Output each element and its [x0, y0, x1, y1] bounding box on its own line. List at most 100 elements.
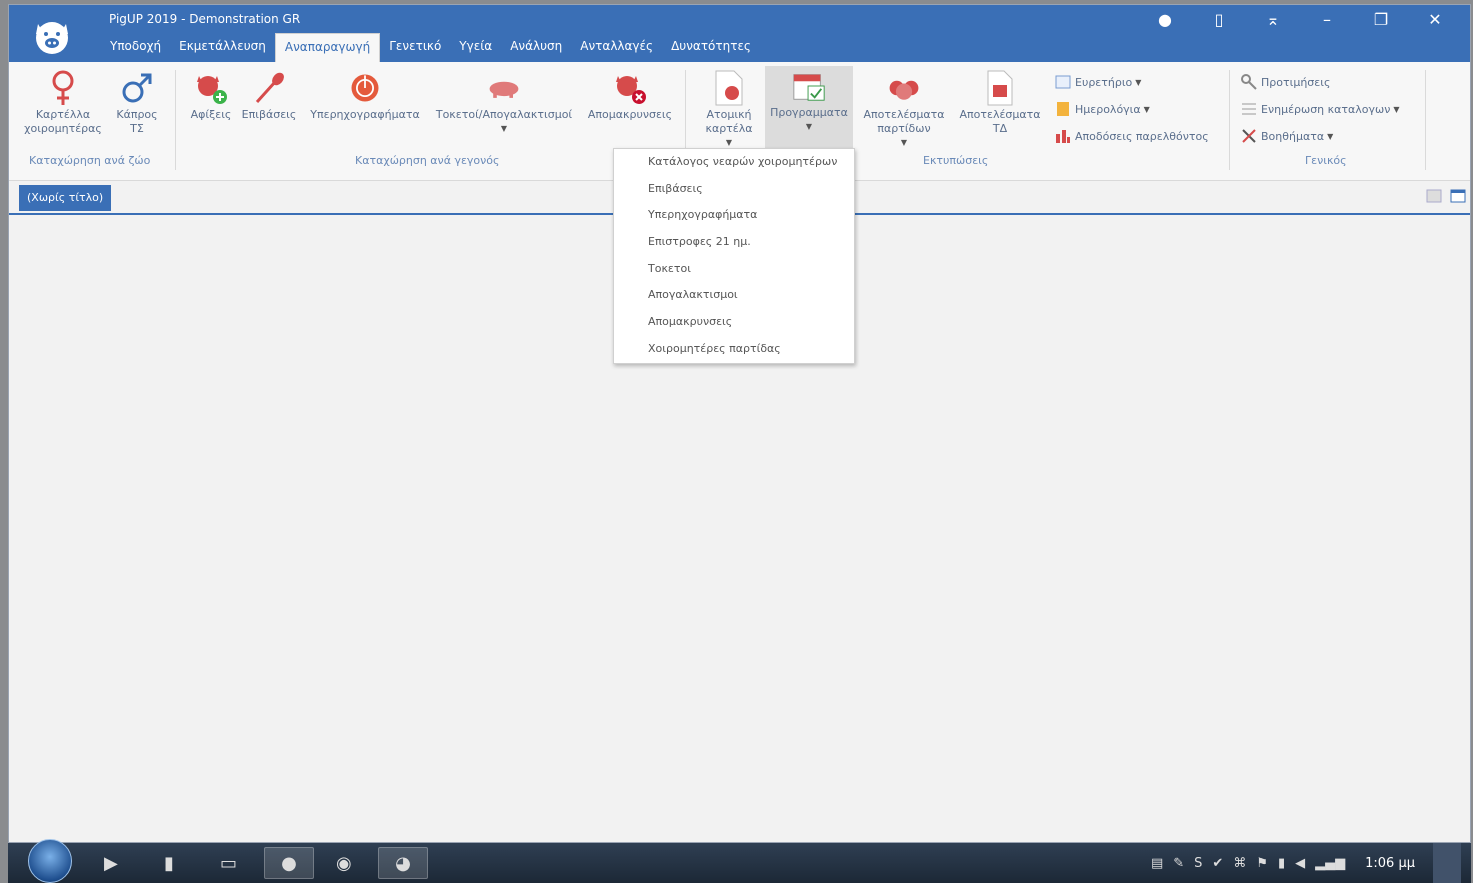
- batch-results-label: Αποτελέσματα παρτίδων: [863, 108, 945, 135]
- arrivals-label: Αφίξεις: [190, 108, 232, 121]
- collapse-ribbon-icon[interactable]: ⌅: [1246, 9, 1300, 31]
- ai-results-button[interactable]: Αποτελέσματα ΤΔ: [955, 68, 1045, 136]
- tab-health[interactable]: Υγεία: [450, 33, 501, 61]
- pig-add-icon: [193, 68, 229, 108]
- tab-reception[interactable]: Υποδοχή: [101, 33, 170, 61]
- chevron-down-icon: ▼: [900, 138, 908, 147]
- male-symbol-icon: [119, 68, 155, 108]
- update-lists-button[interactable]: Ενημέρωση καταλογων ▼: [1241, 101, 1400, 117]
- arrivals-button[interactable]: Αφίξεις: [187, 68, 235, 122]
- app-icon[interactable]: ◉: [336, 847, 352, 879]
- calendar-check-icon: [791, 66, 827, 106]
- sync-icon[interactable]: ✔: [1212, 856, 1223, 871]
- individual-card-label: Ατομική καρτέλα: [705, 108, 753, 135]
- printer-icon[interactable]: ▤: [1151, 856, 1163, 871]
- clock[interactable]: 1:06 μμ: [1365, 856, 1415, 871]
- individual-card-button[interactable]: Ατομική καρτέλα ▼: [697, 68, 761, 150]
- menu-item-ultrasounds[interactable]: Υπερηχογραφήματα: [614, 202, 854, 229]
- menu-item-returns-21-days[interactable]: Επιστροφες 21 ημ.: [614, 229, 854, 256]
- pig-group-icon: [886, 68, 922, 108]
- group-separator: [1229, 70, 1230, 170]
- mating-button[interactable]: Επιβάσεις: [239, 68, 299, 122]
- battery-icon[interactable]: ▮: [1278, 856, 1285, 871]
- show-desktop-button[interactable]: [1433, 843, 1461, 883]
- update-lists-label: Ενημέρωση καταλογων: [1261, 102, 1391, 116]
- flag-icon[interactable]: ⚑: [1256, 856, 1268, 871]
- sow-card-label: Καρτέλλα χοιρομητέρας: [24, 108, 102, 135]
- boar-ai-button[interactable]: Κάπρος ΤΣ: [109, 68, 165, 136]
- menu-item-batch-sows[interactable]: Χοιρομητέρες παρτίδας: [614, 336, 854, 363]
- ultrasound-label: Υπερηχογραφήματα: [310, 108, 420, 121]
- menu-item-farrowings[interactable]: Τοκετοι: [614, 256, 854, 283]
- index-label: Ευρετήριο: [1075, 75, 1133, 89]
- culling-label: Απομακρυνσεις: [587, 108, 673, 121]
- tab-farm[interactable]: Εκμετάλλευση: [170, 33, 275, 61]
- female-symbol-icon: [45, 68, 81, 108]
- title-bar: PigUP 2019 - Demonstration GR Υποδοχή Εκ…: [9, 5, 1470, 62]
- minimize-icon[interactable]: –: [1300, 9, 1354, 31]
- system-tray: ▤ ✎ S ✔ ⌘ ⚑ ▮ ◀ ▂▄▆ 1:06 μμ: [1151, 843, 1461, 883]
- tab-features[interactable]: Δυνατότητες: [662, 33, 760, 61]
- tool-icon[interactable]: ✎: [1173, 856, 1184, 871]
- key-icon: [1241, 74, 1257, 90]
- group-label-per-animal: Καταχώρηση ανά ζώο: [29, 154, 151, 167]
- chart-pig-icon: [1055, 128, 1071, 144]
- document-tab-untitled[interactable]: (Χωρίς τίτλο): [19, 185, 112, 211]
- farrowing-weaning-button[interactable]: Τοκετοί/Απογαλακτισμοί ▼: [431, 68, 577, 136]
- schedules-dropdown-menu: Κατάλογος νεαρών χοιρομητέρων Επιβάσεις …: [613, 148, 855, 364]
- firefox-icon[interactable]: ●: [264, 847, 314, 879]
- skype-icon[interactable]: S: [1194, 856, 1202, 871]
- taskbar: ▶ ▮ ▭ ● ◉ ◕ ▤ ✎ S ✔ ⌘ ⚑ ▮ ◀ ▂▄▆ 1:06 μμ: [8, 839, 1471, 883]
- calendars-button[interactable]: Ημερολόγια ▼: [1055, 101, 1150, 117]
- schedules-label: Προγραμματα: [770, 106, 848, 119]
- tile-windows-icon[interactable]: [1426, 189, 1442, 206]
- group-label-general: Γενικός: [1305, 154, 1347, 167]
- tab-reproduction[interactable]: Αναπαραγωγή: [274, 33, 381, 62]
- network-device-icon[interactable]: ⌘: [1233, 856, 1246, 871]
- schedules-button[interactable]: Προγραμματα ▼: [765, 66, 853, 154]
- culling-button[interactable]: Απομακρυνσεις: [583, 68, 677, 122]
- ultrasound-button[interactable]: Υπερηχογραφήματα: [305, 68, 425, 122]
- calendar-icon: [1055, 101, 1071, 117]
- chevron-down-icon: ▼: [1327, 131, 1334, 141]
- menu-item-matings[interactable]: Επιβάσεις: [614, 176, 854, 203]
- past-performance-button[interactable]: Αποδόσεις παρελθόντος: [1055, 128, 1209, 144]
- chevron-down-icon: ▼: [1143, 104, 1150, 114]
- index-button[interactable]: Ευρετήριο ▼: [1055, 74, 1141, 90]
- start-button[interactable]: [28, 839, 72, 883]
- volume-icon[interactable]: ◀: [1295, 856, 1305, 871]
- farrowing-weaning-label: Τοκετοί/Απογαλακτισμοί: [435, 108, 573, 121]
- menu-item-weanings[interactable]: Απογαλακτισμοι: [614, 282, 854, 309]
- ai-catheter-icon: [251, 68, 287, 108]
- preferences-label: Προτιμήσεις: [1261, 75, 1331, 89]
- help-icon[interactable]: ●: [1138, 9, 1192, 31]
- tab-genetics[interactable]: Γενετικό: [380, 33, 450, 61]
- menu-item-gilt-list[interactable]: Κατάλογος νεαρών χοιρομητέρων: [614, 149, 854, 176]
- close-icon[interactable]: ✕: [1408, 9, 1462, 31]
- maximize-document-icon[interactable]: [1450, 189, 1466, 206]
- tab-analysis[interactable]: Ανάλυση: [501, 33, 571, 61]
- pig-logo-icon[interactable]: [29, 12, 75, 58]
- batch-results-button[interactable]: Αποτελέσματα παρτίδων ▼: [859, 68, 949, 150]
- preferences-button[interactable]: Προτιμήσεις: [1241, 74, 1330, 90]
- bin-icon[interactable]: ▮: [164, 847, 174, 879]
- chevron-down-icon: ▼: [500, 124, 508, 133]
- chevron-down-icon: ▼: [1393, 104, 1400, 114]
- past-performance-label: Αποδόσεις παρελθόντος: [1075, 129, 1209, 143]
- restore-icon[interactable]: ❐: [1354, 9, 1408, 31]
- tools-button[interactable]: Βοηθήματα ▼: [1241, 128, 1333, 144]
- piglet-icon: [486, 68, 522, 108]
- pigup-taskbar-icon[interactable]: ◕: [378, 847, 428, 879]
- sow-card-button[interactable]: Καρτέλλα χοιρομητέρας: [21, 68, 105, 136]
- media-player-icon[interactable]: ▶: [104, 847, 118, 879]
- group-label-per-event: Καταχώρηση ανά γεγονός: [355, 154, 500, 167]
- chevron-down-icon: ▼: [805, 122, 813, 131]
- signal-icon[interactable]: ▂▄▆: [1315, 856, 1345, 871]
- list-icon: [1241, 101, 1257, 117]
- group-separator: [1425, 70, 1426, 170]
- file-explorer-icon[interactable]: ▭: [220, 847, 237, 879]
- tab-exchanges[interactable]: Ανταλλαγές: [571, 33, 662, 61]
- tools-icon: [1241, 128, 1257, 144]
- notes-icon[interactable]: ▯: [1192, 9, 1246, 31]
- menu-item-removals[interactable]: Απομακρυνσεις: [614, 309, 854, 336]
